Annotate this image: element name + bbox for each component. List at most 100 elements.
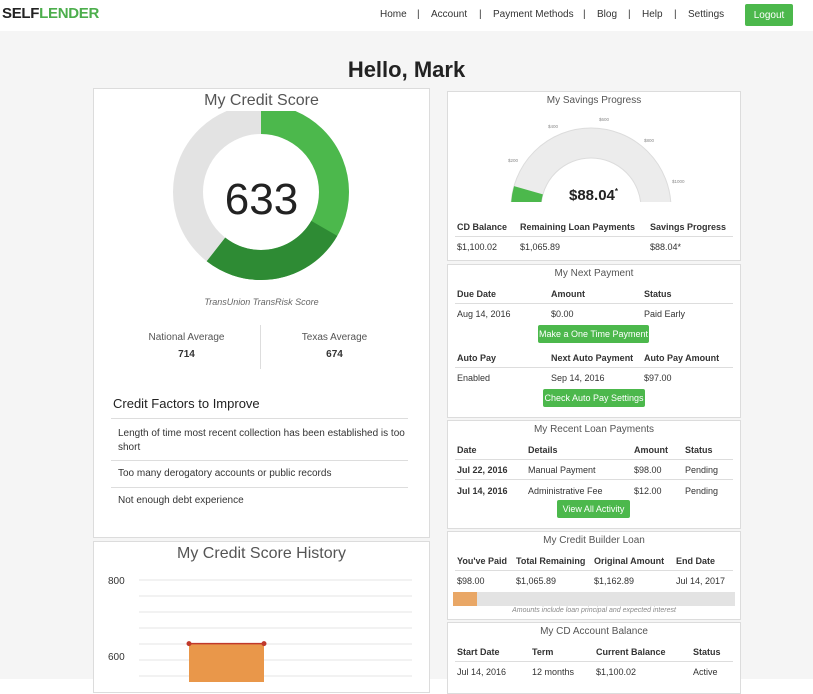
auto-pay-value: Enabled	[457, 373, 491, 383]
national-average-value: 714	[178, 349, 195, 360]
savings-cd-balance-value: $1,100.02	[457, 242, 498, 252]
recent-payment-date: Jul 22, 2016	[457, 465, 508, 475]
logout-button[interactable]: Logout	[745, 4, 793, 26]
savings-header-progress: Savings Progress	[650, 222, 727, 232]
credit-score-value: 633	[224, 175, 299, 224]
builder-loan-end-date-value: Jul 14, 2017	[676, 576, 726, 586]
next-payment-amount: $0.00	[551, 309, 574, 319]
credit-score-history-chart: 800 600	[108, 576, 412, 682]
recent-payment-details: Manual Payment	[528, 465, 596, 475]
recent-payment-date: Jul 14, 2016	[457, 486, 508, 496]
gauge-tick-label: $600	[599, 117, 610, 122]
cd-header-start-date: Start Date	[457, 647, 500, 657]
savings-header-cd-balance: CD Balance	[457, 222, 508, 232]
builder-loan-progress-bar	[453, 592, 735, 606]
gauge-tick-label: $200	[508, 158, 519, 163]
credit-builder-loan-title: My Credit Builder Loan	[543, 535, 645, 546]
cd-account-balance-card: My CD Account Balance Start Date Term Cu…	[447, 622, 741, 694]
builder-loan-original-value: $1,162.89	[594, 576, 635, 586]
builder-loan-header-end-date: End Date	[676, 556, 716, 566]
recent-payment-status: Pending	[685, 465, 719, 475]
gauge-tick-label: $400	[548, 124, 559, 129]
recent-payments-header-amount: Amount	[634, 445, 668, 455]
nav-payment-methods[interactable]: Payment Methods	[493, 9, 574, 20]
divider	[111, 418, 408, 419]
savings-gauge-mark: *	[614, 187, 619, 196]
savings-progress-card: My Savings Progress $200 $400 $600 $800 …	[447, 91, 741, 261]
divider	[455, 661, 733, 662]
credit-score-history-card: My Credit Score History 800 600	[93, 541, 430, 693]
next-auto-payment-header: Next Auto Payment	[551, 353, 634, 363]
savings-gauge: $200 $400 $600 $800 $1000	[508, 117, 685, 202]
next-payment-due-date: Aug 14, 2016	[457, 309, 511, 319]
cd-header-balance: Current Balance	[596, 647, 666, 657]
score-history-point[interactable]	[261, 641, 267, 647]
averages-divider	[260, 325, 261, 369]
builder-loan-header-original: Original Amount	[594, 556, 665, 566]
next-payment-header-status: Status	[644, 289, 672, 299]
credit-score-title: My Credit Score	[204, 92, 319, 109]
national-average-label: National Average	[148, 332, 225, 343]
cd-header-term: Term	[532, 647, 554, 657]
builder-loan-paid-value: $98.00	[457, 576, 485, 586]
nav-separator: |	[583, 9, 586, 20]
nav-separator: |	[674, 9, 677, 20]
savings-gauge-value: $88.04*	[569, 187, 618, 204]
recent-loan-payments-card: My Recent Loan Payments Date Details Amo…	[447, 420, 741, 529]
next-payment-header-due-date: Due Date	[457, 289, 497, 299]
score-history-area	[189, 643, 264, 682]
savings-header-remaining: Remaining Loan Payments	[520, 222, 636, 232]
recent-loan-payments-title: My Recent Loan Payments	[533, 424, 655, 435]
cd-term-value: 12 months	[532, 667, 575, 677]
nav-help[interactable]: Help	[642, 9, 663, 20]
divider	[455, 459, 733, 460]
cd-start-date-value: Jul 14, 2016	[457, 667, 507, 677]
recent-payment-amount: $98.00	[634, 465, 662, 475]
greeting-heading: Hello, Mark	[347, 57, 466, 82]
selflender-logo[interactable]: SELFLENDER	[2, 5, 99, 22]
auto-pay-amount-header: Auto Pay Amount	[644, 353, 720, 363]
cd-balance-value: $1,100.02	[596, 667, 637, 677]
nav-separator: |	[628, 9, 631, 20]
savings-gauge-amount: $88.04	[569, 187, 615, 204]
logo-part-lender: LENDER	[39, 5, 100, 22]
view-all-activity-button[interactable]: View All Activity	[557, 500, 630, 518]
score-history-point[interactable]	[186, 641, 192, 647]
make-one-time-payment-button[interactable]: Make a One Time Payment	[538, 325, 649, 343]
divider	[455, 570, 733, 571]
nav-separator: |	[479, 9, 482, 20]
next-auto-payment-value: Sep 14, 2016	[551, 373, 605, 383]
divider	[455, 367, 733, 368]
divider	[111, 460, 408, 461]
builder-loan-header-paid: You've Paid	[457, 556, 507, 566]
builder-loan-note: Amounts include loan principal and expec…	[512, 607, 676, 614]
recent-payments-header-date: Date	[457, 445, 477, 455]
credit-factors-title: Credit Factors to Improve	[113, 396, 260, 411]
credit-score-card: My Credit Score 633 TransUnion TransRisk…	[93, 88, 430, 538]
nav-home[interactable]: Home	[380, 9, 407, 20]
check-auto-pay-settings-button[interactable]: Check Auto Pay Settings	[543, 389, 645, 407]
credit-factor-item: Too many derogatory accounts or public r…	[118, 468, 332, 479]
nav-settings[interactable]: Settings	[688, 9, 724, 20]
credit-factor-item: Length of time most recent collection ha…	[118, 428, 405, 453]
nav-account[interactable]: Account	[431, 9, 467, 20]
next-payment-header-amount: Amount	[551, 289, 585, 299]
next-payment-title: My Next Payment	[554, 268, 634, 279]
divider	[455, 479, 733, 480]
savings-remaining-value: $1,065.89	[520, 242, 561, 252]
divider	[455, 303, 733, 304]
auto-pay-amount-value: $97.00	[644, 373, 672, 383]
credit-score-source: TransUnion TransRisk Score	[204, 297, 319, 307]
divider	[111, 487, 408, 488]
credit-builder-loan-card: My Credit Builder Loan You've Paid Total…	[447, 531, 741, 620]
texas-average-value: 674	[326, 349, 343, 360]
texas-average-label: Texas Average	[301, 332, 368, 343]
gauge-tick-label: $1000	[672, 179, 685, 184]
recent-payments-header-status: Status	[685, 445, 713, 455]
nav-blog[interactable]: Blog	[597, 9, 617, 20]
top-navigation-bar: SELFLENDER Home | Account | Payment Meth…	[0, 0, 813, 31]
nav-separator: |	[417, 9, 420, 20]
credit-factor-item: Not enough debt experience	[118, 495, 244, 506]
builder-loan-header-remaining: Total Remaining	[516, 556, 586, 566]
cd-account-balance-title: My CD Account Balance	[540, 626, 648, 637]
